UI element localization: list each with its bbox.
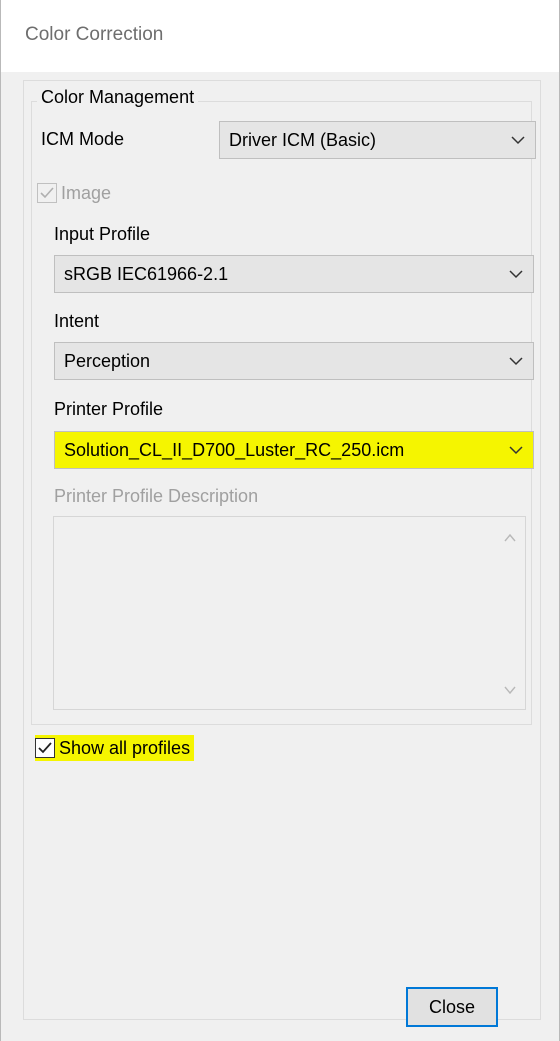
chevron-down-icon bbox=[511, 136, 525, 145]
checkmark-icon bbox=[40, 187, 54, 199]
description-scrollbar[interactable] bbox=[495, 517, 525, 709]
input-profile-label: Input Profile bbox=[54, 224, 151, 244]
chevron-down-icon bbox=[509, 446, 523, 455]
image-checkbox-row[interactable]: Image bbox=[37, 180, 111, 206]
color-management-legend: Color Management bbox=[37, 87, 199, 108]
scroll-up-icon[interactable] bbox=[503, 531, 517, 545]
title-bar[interactable]: Color Correction bbox=[1, 0, 559, 72]
show-all-profiles-label: Show all profiles bbox=[59, 737, 191, 758]
printer-profile-description-label: Printer Profile Description bbox=[54, 486, 259, 506]
printer-profile-description-box[interactable] bbox=[53, 516, 526, 710]
icm-mode-label: ICM Mode bbox=[41, 129, 125, 149]
printer-profile-dropdown[interactable]: Solution_CL_II_D700_Luster_RC_250.icm bbox=[54, 431, 534, 469]
show-all-profiles-checkbox[interactable] bbox=[35, 738, 55, 758]
color-correction-window: Color Correction Color Management ICM Mo… bbox=[0, 0, 560, 1041]
icm-mode-dropdown[interactable]: Driver ICM (Basic) bbox=[219, 121, 536, 159]
window-title: Color Correction bbox=[25, 24, 164, 45]
chevron-down-icon bbox=[509, 270, 523, 279]
printer-profile-label: Printer Profile bbox=[54, 399, 164, 419]
intent-dropdown[interactable]: Perception bbox=[54, 342, 534, 380]
intent-value: Perception bbox=[64, 351, 151, 371]
show-all-profiles-row[interactable]: Show all profiles bbox=[35, 735, 195, 761]
checkmark-icon bbox=[38, 742, 52, 754]
input-profile-dropdown[interactable]: sRGB IEC61966-2.1 bbox=[54, 255, 534, 293]
icm-mode-value: Driver ICM (Basic) bbox=[229, 130, 376, 150]
chevron-down-icon bbox=[509, 357, 523, 366]
image-checkbox[interactable] bbox=[37, 183, 57, 203]
intent-label: Intent bbox=[54, 311, 100, 331]
image-checkbox-label: Image bbox=[61, 182, 112, 203]
printer-profile-value: Solution_CL_II_D700_Luster_RC_250.icm bbox=[64, 440, 405, 460]
close-button[interactable]: Close bbox=[406, 987, 498, 1027]
scroll-down-icon[interactable] bbox=[503, 683, 517, 697]
input-profile-value: sRGB IEC61966-2.1 bbox=[64, 264, 229, 284]
